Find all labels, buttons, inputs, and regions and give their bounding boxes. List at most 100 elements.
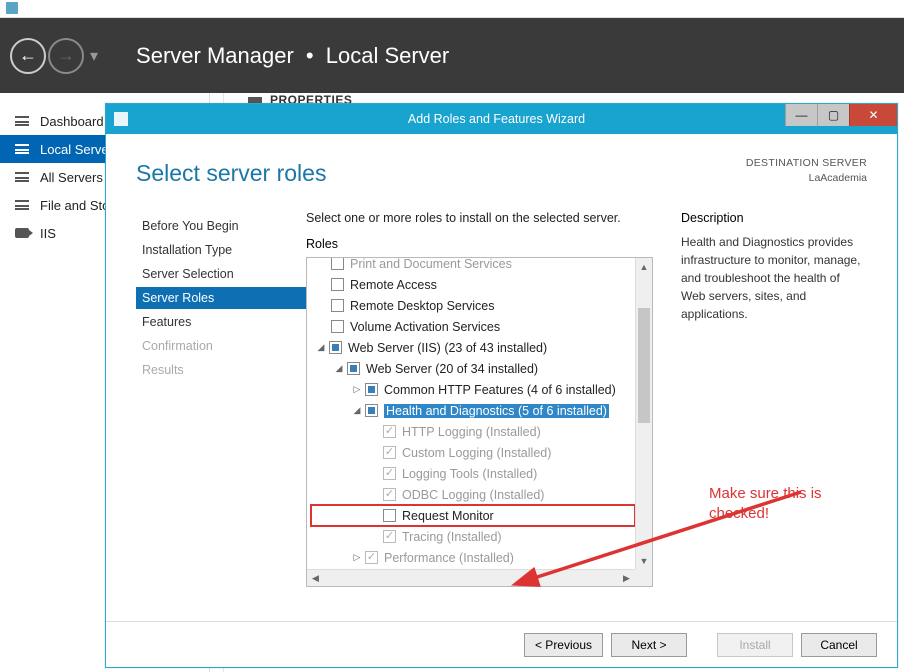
vertical-scrollbar[interactable]: ▲ ▼ <box>635 258 652 569</box>
nav-label: All Servers <box>40 170 103 185</box>
dialog-body: Select server roles DESTINATION SERVER L… <box>106 134 897 667</box>
nav-label: Dashboard <box>40 114 104 129</box>
role-odbc-logging[interactable]: ODBC Logging (Installed) <box>311 484 635 505</box>
description-panel: Description Health and Diagnostics provi… <box>657 211 867 601</box>
dialog-title: Add Roles and Features Wizard <box>136 112 897 126</box>
role-volume-activation[interactable]: Volume Activation Services <box>311 316 635 337</box>
checkbox-icon[interactable] <box>383 509 396 522</box>
role-health-diagnostics[interactable]: ◢ Health and Diagnostics (5 of 6 install… <box>311 400 635 421</box>
cancel-button[interactable]: Cancel <box>801 633 877 657</box>
dropdown-caret-icon[interactable]: ▾ <box>90 46 98 66</box>
storage-icon <box>14 199 30 211</box>
checkbox-checked-icon[interactable] <box>383 488 396 501</box>
server-icon <box>14 143 30 155</box>
minimize-button[interactable]: — <box>785 104 817 126</box>
scroll-thumb[interactable] <box>638 308 650 423</box>
expand-icon[interactable]: ▷ <box>351 384 363 395</box>
maximize-icon: ▢ <box>828 108 839 122</box>
dialog-titlebar[interactable]: Add Roles and Features Wizard — ▢ ✕ <box>106 104 897 134</box>
role-label: Request Monitor <box>402 509 494 523</box>
horizontal-scrollbar[interactable]: ◀ ▶ <box>307 569 635 586</box>
role-label: Common HTTP Features (4 of 6 installed) <box>384 383 616 397</box>
previous-button[interactable]: < Previous <box>524 633 603 657</box>
role-label: Custom Logging (Installed) <box>402 446 551 460</box>
roles-tree-viewport[interactable]: Print and Document Services Remote Acces… <box>307 258 635 569</box>
wizard-steps: Before You Begin Installation Type Serve… <box>136 211 306 601</box>
close-icon: ✕ <box>868 108 878 122</box>
checkbox-icon[interactable] <box>331 278 344 291</box>
step-installation-type[interactable]: Installation Type <box>136 239 306 261</box>
collapse-icon[interactable]: ◢ <box>333 363 345 374</box>
step-server-selection[interactable]: Server Selection <box>136 263 306 285</box>
scroll-up-icon[interactable]: ▲ <box>636 258 652 275</box>
scroll-down-icon[interactable]: ▼ <box>636 552 652 569</box>
servers-icon <box>14 171 30 183</box>
role-label: ODBC Logging (Installed) <box>402 488 544 502</box>
next-button[interactable]: Next > <box>611 633 687 657</box>
breadcrumb-root[interactable]: Server Manager <box>136 43 294 68</box>
window-title-strip <box>0 0 904 18</box>
arrow-left-icon: ← <box>19 45 37 66</box>
role-custom-logging[interactable]: Custom Logging (Installed) <box>311 442 635 463</box>
close-button[interactable]: ✕ <box>849 104 897 126</box>
step-results[interactable]: Results <box>136 359 306 381</box>
checkbox-partial-icon[interactable] <box>365 383 378 396</box>
maximize-button[interactable]: ▢ <box>817 104 849 126</box>
role-label: HTTP Logging (Installed) <box>402 425 541 439</box>
role-http-logging[interactable]: HTTP Logging (Installed) <box>311 421 635 442</box>
checkbox-partial-icon[interactable] <box>347 362 360 375</box>
forward-button[interactable]: → <box>48 38 84 74</box>
page-title: Select server roles <box>136 160 326 187</box>
destination-server: DESTINATION SERVER LaAcademia <box>746 156 867 185</box>
expand-icon[interactable]: ▷ <box>351 552 363 563</box>
intro-text: Select one or more roles to install on t… <box>306 211 653 225</box>
breadcrumb: Server Manager • Local Server <box>136 43 449 69</box>
role-remote-access[interactable]: Remote Access <box>311 274 635 295</box>
role-tracing[interactable]: Tracing (Installed) <box>311 526 635 547</box>
iis-icon <box>14 227 30 239</box>
install-button[interactable]: Install <box>717 633 793 657</box>
checkbox-icon[interactable] <box>331 258 344 270</box>
checkbox-checked-icon[interactable] <box>383 425 396 438</box>
checkbox-icon[interactable] <box>331 320 344 333</box>
app-icon <box>6 2 18 14</box>
role-performance[interactable]: ▷ Performance (Installed) <box>311 547 635 568</box>
scroll-right-icon[interactable]: ▶ <box>618 570 635 587</box>
checkbox-checked-icon[interactable] <box>383 467 396 480</box>
annotation-callout: Make sure this is checked! <box>709 484 869 525</box>
checkbox-checked-icon[interactable] <box>383 530 396 543</box>
roles-tree: Print and Document Services Remote Acces… <box>306 257 653 587</box>
step-features[interactable]: Features <box>136 311 306 333</box>
step-confirmation[interactable]: Confirmation <box>136 335 306 357</box>
checkbox-icon[interactable] <box>331 299 344 312</box>
role-label: Performance (Installed) <box>384 551 514 565</box>
header-bar: ← → ▾ Server Manager • Local Server <box>0 18 904 93</box>
collapse-icon[interactable]: ◢ <box>315 342 327 353</box>
role-common-http[interactable]: ▷ Common HTTP Features (4 of 6 installed… <box>311 379 635 400</box>
role-web-server-iis[interactable]: ◢ Web Server (IIS) (23 of 43 installed) <box>311 337 635 358</box>
checkbox-partial-icon[interactable] <box>365 404 378 417</box>
role-remote-desktop[interactable]: Remote Desktop Services <box>311 295 635 316</box>
step-server-roles[interactable]: Server Roles <box>136 287 306 309</box>
scroll-corner <box>635 569 652 586</box>
role-print-document[interactable]: Print and Document Services <box>311 258 635 274</box>
checkbox-checked-icon[interactable] <box>365 551 378 564</box>
dialog-footer: < Previous Next > Install Cancel <box>106 621 897 667</box>
nav-label: Local Server <box>40 142 113 157</box>
destination-name: LaAcademia <box>746 171 867 186</box>
collapse-icon[interactable]: ◢ <box>351 405 363 416</box>
scroll-left-icon[interactable]: ◀ <box>307 570 324 587</box>
role-request-monitor[interactable]: Request Monitor <box>311 505 635 526</box>
dialog-app-icon <box>114 112 128 126</box>
role-logging-tools[interactable]: Logging Tools (Installed) <box>311 463 635 484</box>
role-label: Web Server (IIS) (23 of 43 installed) <box>348 341 547 355</box>
wizard-dialog: Add Roles and Features Wizard — ▢ ✕ Sele… <box>105 103 898 668</box>
role-label: Print and Document Services <box>350 258 512 271</box>
breadcrumb-page[interactable]: Local Server <box>326 43 450 68</box>
checkbox-partial-icon[interactable] <box>329 341 342 354</box>
step-before-you-begin[interactable]: Before You Begin <box>136 215 306 237</box>
role-web-server[interactable]: ◢ Web Server (20 of 34 installed) <box>311 358 635 379</box>
arrow-right-icon: → <box>57 45 75 66</box>
back-button[interactable]: ← <box>10 38 46 74</box>
checkbox-checked-icon[interactable] <box>383 446 396 459</box>
